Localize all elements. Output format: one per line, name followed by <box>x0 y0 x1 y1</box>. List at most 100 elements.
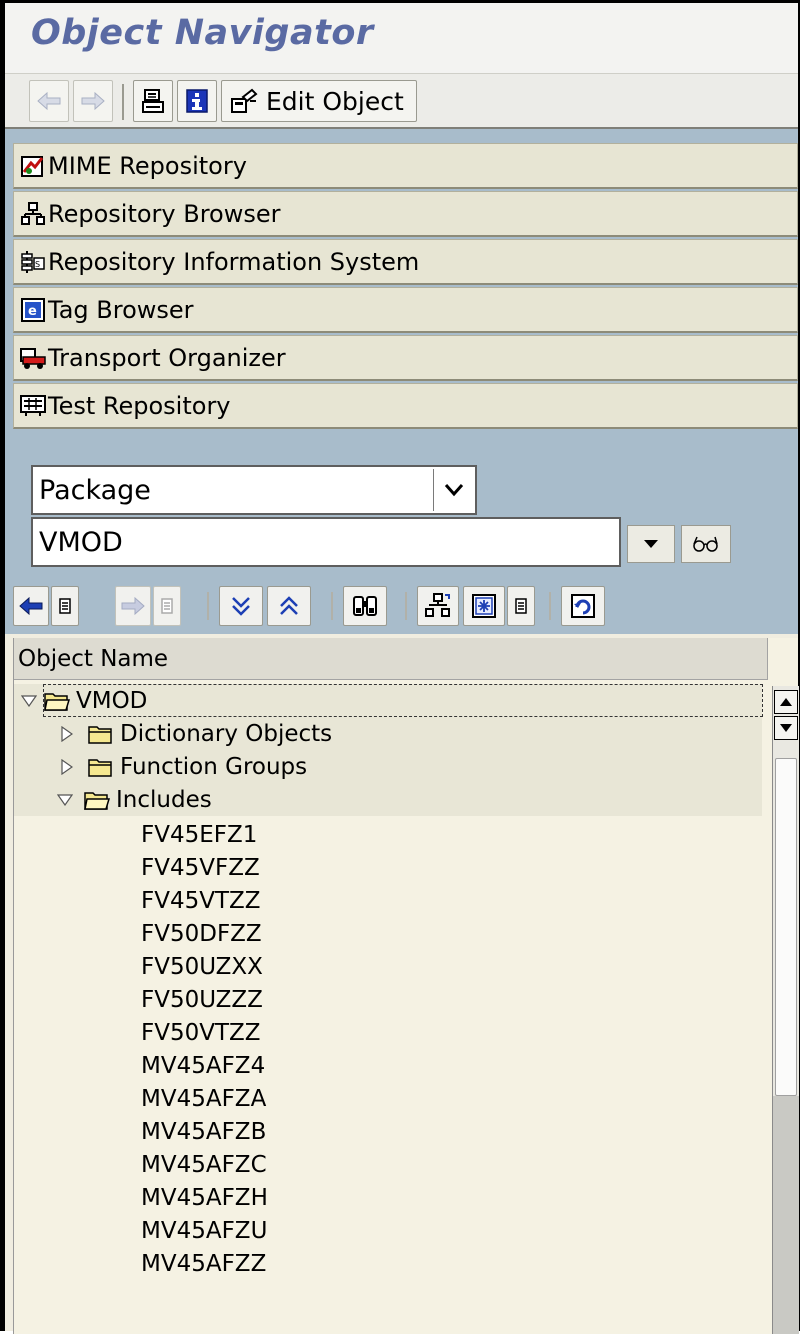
column-header-label: Object Name <box>18 645 169 672</box>
tree-leaf-include[interactable]: MV45AFZB <box>141 1115 266 1148</box>
list-icon <box>59 598 71 614</box>
asterisk-icon <box>472 594 496 618</box>
forward-button[interactable] <box>73 80 113 122</box>
scrollbar-thumb[interactable] <box>775 758 797 1096</box>
tree-node-label: Dictionary Objects <box>120 720 333 747</box>
tree-leaf-include[interactable]: MV45AFZZ <box>141 1247 266 1280</box>
tree-back-button[interactable] <box>13 586 49 626</box>
glasses-icon <box>693 536 718 552</box>
collapse-toggle-icon[interactable] <box>56 791 74 809</box>
folder-icon <box>88 723 114 745</box>
tree-node-root[interactable]: VMOD <box>14 684 763 717</box>
tree-leaf-include[interactable]: MV45AFZ4 <box>141 1049 265 1082</box>
binoculars-icon <box>353 596 377 616</box>
nav-transport-organizer[interactable]: Transport Organizer <box>13 335 798 381</box>
nav-label: Tag Browser <box>48 295 194 324</box>
info-icon <box>186 89 208 113</box>
list-icon <box>515 598 527 614</box>
repository-browser-icon <box>20 201 46 227</box>
object-name-history-button[interactable] <box>627 525 675 563</box>
tree-leaf-include[interactable]: MV45AFZA <box>141 1082 266 1115</box>
tree-node-label: Function Groups <box>120 753 308 780</box>
tree-forward-button[interactable] <box>115 586 151 626</box>
display-button[interactable] <box>681 525 731 563</box>
window-title: Object Navigator <box>31 13 374 53</box>
tree-leaf-include[interactable]: FV50UZXX <box>141 950 263 983</box>
object-type-select[interactable]: Package <box>31 465 477 515</box>
info-button[interactable] <box>177 80 217 122</box>
tree-node-dictionary-objects[interactable]: Dictionary Objects <box>14 717 762 750</box>
folder-open-icon <box>84 789 110 811</box>
collapse-all-icon <box>280 596 298 615</box>
nav-mime-repository[interactable]: MIME Repository <box>13 143 798 189</box>
triangle-down-icon <box>644 540 658 548</box>
hierarchy-icon <box>425 593 450 617</box>
edit-object-label: Edit Object <box>266 86 404 116</box>
scroll-up-button[interactable] <box>774 690 798 714</box>
display-object-list-button[interactable] <box>133 80 173 122</box>
tree-toolbar <box>13 584 798 630</box>
tree-leaf-include[interactable]: FV45VFZZ <box>141 851 260 884</box>
folder-open-icon <box>44 690 70 712</box>
edit-object-icon <box>231 88 258 113</box>
object-navigator-window: Object Navigator Edit Object MIME Reposi… <box>0 0 800 1334</box>
nav-label: Test Repository <box>48 391 231 420</box>
display-list-button[interactable] <box>507 586 535 626</box>
tree-back-list-button[interactable] <box>51 586 79 626</box>
object-name-value: VMOD <box>39 526 123 558</box>
collapse-toggle-icon[interactable] <box>20 692 38 710</box>
display-object-button[interactable] <box>463 586 505 626</box>
scrollbar-track[interactable] <box>773 1096 799 1334</box>
object-type-dropdown-button[interactable] <box>433 469 473 511</box>
collapse-all-button[interactable] <box>267 586 311 626</box>
object-list-icon <box>142 89 164 113</box>
tree-leaf-include[interactable]: FV50VTZZ <box>141 1016 261 1049</box>
folder-icon <box>88 756 114 778</box>
find-button[interactable] <box>343 586 387 626</box>
back-button[interactable] <box>29 80 69 122</box>
nav-label: Transport Organizer <box>48 343 286 372</box>
object-type-value: Package <box>39 474 151 506</box>
refresh-button[interactable] <box>561 586 605 626</box>
expand-toggle-icon[interactable] <box>58 758 76 776</box>
object-hierarchy-button[interactable] <box>417 586 459 626</box>
nav-repository-information-system[interactable]: S Repository Information System <box>13 239 798 285</box>
nav-label: Repository Browser <box>48 199 281 228</box>
tree-leaf-include[interactable]: MV45AFZU <box>141 1214 267 1247</box>
arrow-right-icon <box>121 597 145 615</box>
refresh-icon <box>571 594 595 618</box>
nav-tag-browser[interactable]: e Tag Browser <box>13 287 798 333</box>
tree-node-function-groups[interactable]: Function Groups <box>14 750 762 783</box>
tree-leaf-include[interactable]: FV50DFZZ <box>141 917 262 950</box>
svg-text:S: S <box>35 260 40 269</box>
nav-repository-browser[interactable]: Repository Browser <box>13 191 798 237</box>
scroll-down-button[interactable] <box>774 716 798 740</box>
tree-vertical-scrollbar[interactable] <box>772 686 799 1334</box>
arrow-left-icon <box>37 91 61 111</box>
arrow-right-icon <box>81 91 105 111</box>
expand-toggle-icon[interactable] <box>58 725 76 743</box>
expand-all-button[interactable] <box>219 586 263 626</box>
object-name-input[interactable]: VMOD <box>31 517 621 567</box>
tag-browser-icon: e <box>20 297 46 323</box>
mime-repository-icon <box>20 153 46 179</box>
application-toolbar: Edit Object <box>5 73 798 129</box>
tree-leaf-include[interactable]: FV45EFZ1 <box>141 818 257 851</box>
title-bar: Object Navigator <box>5 3 798 73</box>
tree-leaf-include[interactable]: FV50UZZZ <box>141 983 263 1016</box>
list-icon <box>161 598 173 614</box>
svg-text:e: e <box>28 304 37 319</box>
expand-all-icon <box>232 597 250 616</box>
tree-toolbar-separator <box>549 592 551 620</box>
tree-leaf-include[interactable]: MV45AFZH <box>141 1181 268 1214</box>
tree-leaf-include[interactable]: FV45VTZZ <box>141 884 261 917</box>
tree-forward-list-button[interactable] <box>153 586 181 626</box>
edit-object-button[interactable]: Edit Object <box>221 80 417 122</box>
arrow-left-icon <box>19 597 43 615</box>
tree-node-includes[interactable]: Includes <box>14 783 762 816</box>
nav-label: MIME Repository <box>48 151 247 180</box>
column-header-object-name[interactable]: Object Name <box>14 638 768 680</box>
triangle-down-icon <box>780 724 792 732</box>
tree-leaf-include[interactable]: MV45AFZC <box>141 1148 267 1181</box>
nav-test-repository[interactable]: Test Repository <box>13 383 798 429</box>
